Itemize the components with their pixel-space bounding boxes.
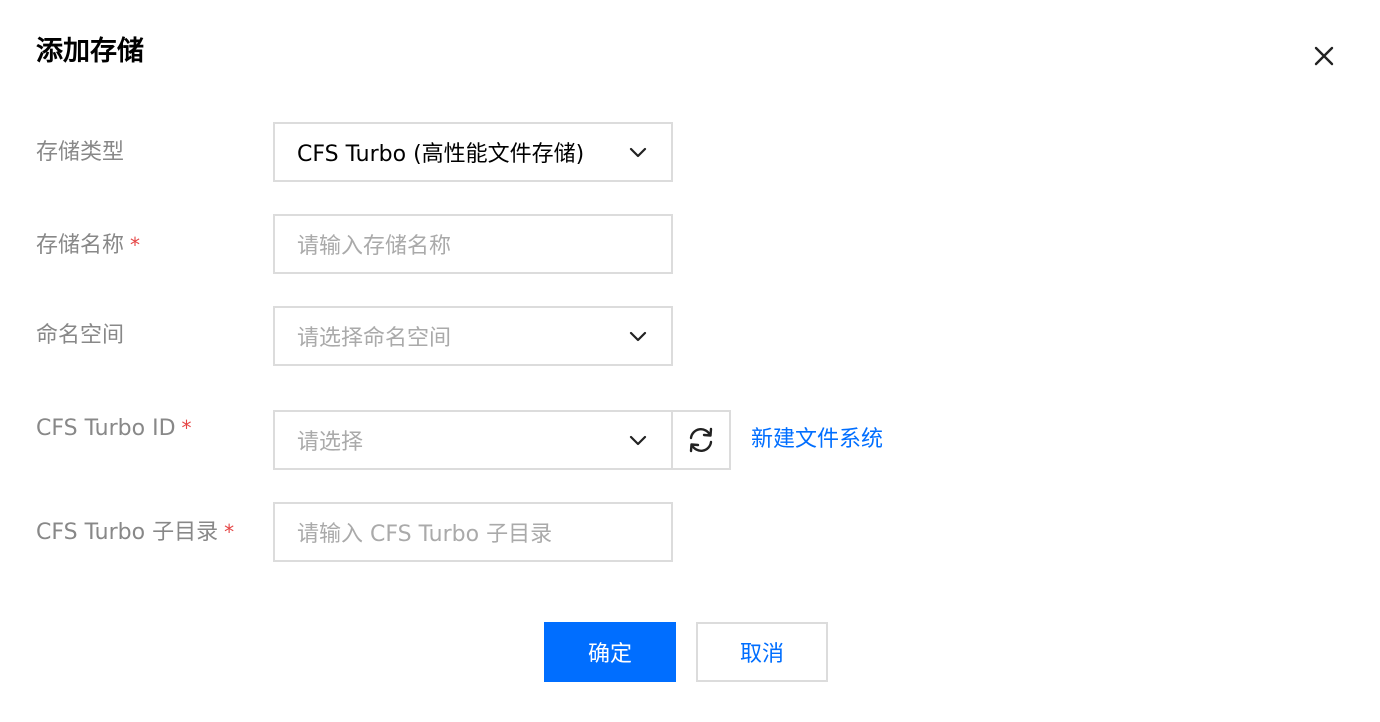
confirm-button[interactable]: 确定 <box>544 622 676 682</box>
cancel-button[interactable]: 取消 <box>696 622 828 682</box>
namespace-placeholder: 请选择命名空间 <box>297 326 452 351</box>
close-button[interactable] <box>1308 40 1340 72</box>
close-icon <box>1314 46 1334 66</box>
required-mark: * <box>130 233 141 257</box>
cfs-turbo-subdir-input[interactable]: 请输入 CFS Turbo 子目录 <box>273 502 673 562</box>
namespace-label: 命名空间 <box>36 323 125 348</box>
cfs-turbo-id-select[interactable]: 请选择 <box>273 410 673 470</box>
storage-name-placeholder: 请输入存储名称 <box>297 234 452 259</box>
dialog-title: 添加存储 <box>36 36 144 67</box>
chevron-down-icon <box>627 325 649 347</box>
storage-type-select[interactable]: CFS Turbo (高性能文件存储) <box>273 122 673 182</box>
chevron-down-icon <box>627 429 649 451</box>
cfs-turbo-id-label: CFS Turbo ID * <box>36 416 192 441</box>
namespace-select[interactable]: 请选择命名空间 <box>273 306 673 366</box>
storage-type-label: 存储类型 <box>36 140 125 165</box>
required-mark: * <box>181 416 192 440</box>
required-mark: * <box>224 520 235 544</box>
cfs-turbo-subdir-placeholder: 请输入 CFS Turbo 子目录 <box>297 522 553 547</box>
storage-type-value: CFS Turbo (高性能文件存储) <box>297 142 585 167</box>
cfs-turbo-subdir-label: CFS Turbo 子目录 * <box>36 520 235 545</box>
create-file-system-link[interactable]: 新建文件系统 <box>751 425 883 455</box>
add-storage-dialog: 添加存储 存储类型 CFS Turbo (高性能文件存储) 存储名称 * 请输入存… <box>0 0 1380 722</box>
storage-name-input[interactable]: 请输入存储名称 <box>273 214 673 274</box>
chevron-down-icon <box>627 141 649 163</box>
storage-name-label: 存储名称 * <box>36 233 141 258</box>
refresh-button[interactable] <box>671 410 731 470</box>
refresh-icon <box>689 427 713 453</box>
cfs-turbo-id-placeholder: 请选择 <box>297 430 364 455</box>
